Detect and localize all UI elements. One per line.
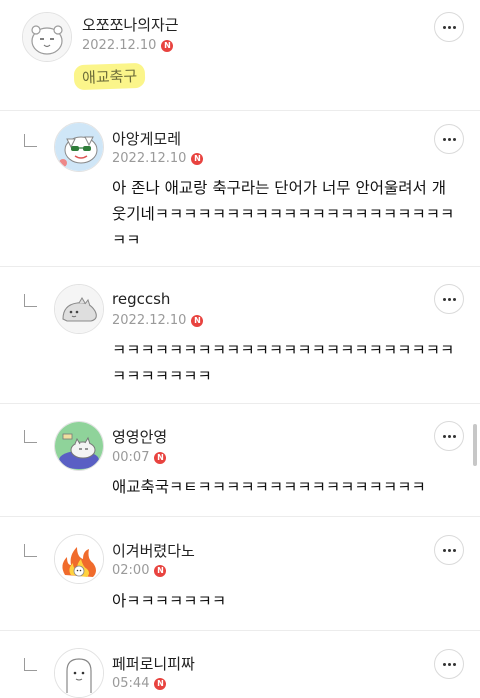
comment-nickname[interactable]: 아앙게모레 bbox=[112, 128, 181, 149]
reply-indicator-icon bbox=[24, 294, 37, 307]
more-dots-icon bbox=[442, 137, 446, 141]
comment-text: ㅋㅋㅋㅋㅋㅋㅋㅋㅋㅋㅋㅋㅋㅋㅋㅋㅋㅋㅋㅋㅋㅋㅋㅋㅋㅋㅋㅋㅋㅋㅋ bbox=[112, 341, 455, 385]
more-dots-icon bbox=[442, 297, 446, 301]
new-badge: N bbox=[154, 451, 167, 464]
more-options-button[interactable] bbox=[434, 649, 464, 679]
more-options-button[interactable] bbox=[434, 12, 464, 42]
divider bbox=[0, 516, 480, 517]
comment-text: 아ㅋㅋㅋㅋㅋㅋㅋ bbox=[112, 592, 227, 610]
comment-nickname[interactable]: 오쪼쪼나의자근 bbox=[82, 14, 179, 35]
more-dots-icon bbox=[442, 548, 446, 552]
more-dots-icon bbox=[442, 662, 446, 666]
avatar[interactable] bbox=[54, 421, 104, 471]
reply-indicator-icon bbox=[24, 134, 37, 147]
new-badge: N bbox=[154, 677, 167, 690]
comment-meta: 2022.12.10 N bbox=[112, 151, 204, 166]
more-options-button[interactable] bbox=[434, 421, 464, 451]
more-dots-icon bbox=[442, 25, 446, 29]
reply-indicator-icon bbox=[24, 544, 37, 557]
new-badge: N bbox=[161, 39, 174, 52]
comment-text: 애교축구 bbox=[73, 62, 146, 91]
divider bbox=[0, 266, 480, 267]
new-badge: N bbox=[191, 314, 204, 327]
fire-avatar-icon bbox=[55, 535, 103, 583]
cat-sleeping-avatar-icon bbox=[55, 422, 103, 470]
ghost-avatar-icon bbox=[55, 649, 103, 697]
comment-date: 2022.12.10 bbox=[112, 151, 187, 166]
more-options-button[interactable] bbox=[434, 535, 464, 565]
more-options-button[interactable] bbox=[434, 284, 464, 314]
new-badge: N bbox=[154, 564, 167, 577]
avatar[interactable] bbox=[22, 12, 72, 62]
comment-text: 애교축국ㅋㅌㅋㅋㅋㅋㅋㅋㅋㅋㅋㅋㅋㅋㅋㅋㅋㅋ bbox=[112, 478, 426, 496]
comment-date: 02:00 bbox=[112, 563, 150, 578]
more-dots-icon bbox=[442, 434, 446, 438]
comment-meta: 2022.12.10 N bbox=[82, 38, 174, 53]
hamster-avatar-icon bbox=[23, 13, 71, 61]
comment-date: 05:44 bbox=[112, 676, 150, 691]
comment-meta: 2022.12.10 N bbox=[112, 313, 204, 328]
avatar[interactable] bbox=[54, 534, 104, 584]
divider bbox=[0, 403, 480, 404]
comment-nickname[interactable]: 페퍼로니피짜 bbox=[112, 653, 195, 674]
comment-meta: 02:00 N bbox=[112, 563, 167, 578]
comment-meta: 00:07 N bbox=[112, 450, 167, 465]
avatar[interactable] bbox=[54, 284, 104, 334]
dinosaur-avatar-icon bbox=[55, 285, 103, 333]
avatar[interactable] bbox=[54, 122, 104, 172]
comment-nickname[interactable]: 이겨버렸다노 bbox=[112, 540, 195, 561]
avatar[interactable] bbox=[54, 648, 104, 698]
divider bbox=[0, 110, 480, 111]
comment-date: 2022.12.10 bbox=[112, 313, 187, 328]
reply-indicator-icon bbox=[24, 658, 37, 671]
scrollbar[interactable] bbox=[473, 424, 477, 466]
comment-date: 00:07 bbox=[112, 450, 150, 465]
comment-text: 아 존나 애교랑 축구라는 단어가 너무 안어울려서 개웃기네ㅋㅋㅋㅋㅋㅋㅋㅋㅋ… bbox=[112, 179, 455, 249]
new-badge: N bbox=[191, 152, 204, 165]
reply-indicator-icon bbox=[24, 430, 37, 443]
comment-nickname[interactable]: regccsh bbox=[112, 290, 170, 308]
comment-meta: 05:44 N bbox=[112, 676, 167, 691]
comment-nickname[interactable]: 영영안영 bbox=[112, 426, 167, 447]
comment-date: 2022.12.10 bbox=[82, 38, 157, 53]
divider bbox=[0, 630, 480, 631]
more-options-button[interactable] bbox=[434, 124, 464, 154]
cat-sunglasses-avatar-icon bbox=[55, 123, 103, 171]
